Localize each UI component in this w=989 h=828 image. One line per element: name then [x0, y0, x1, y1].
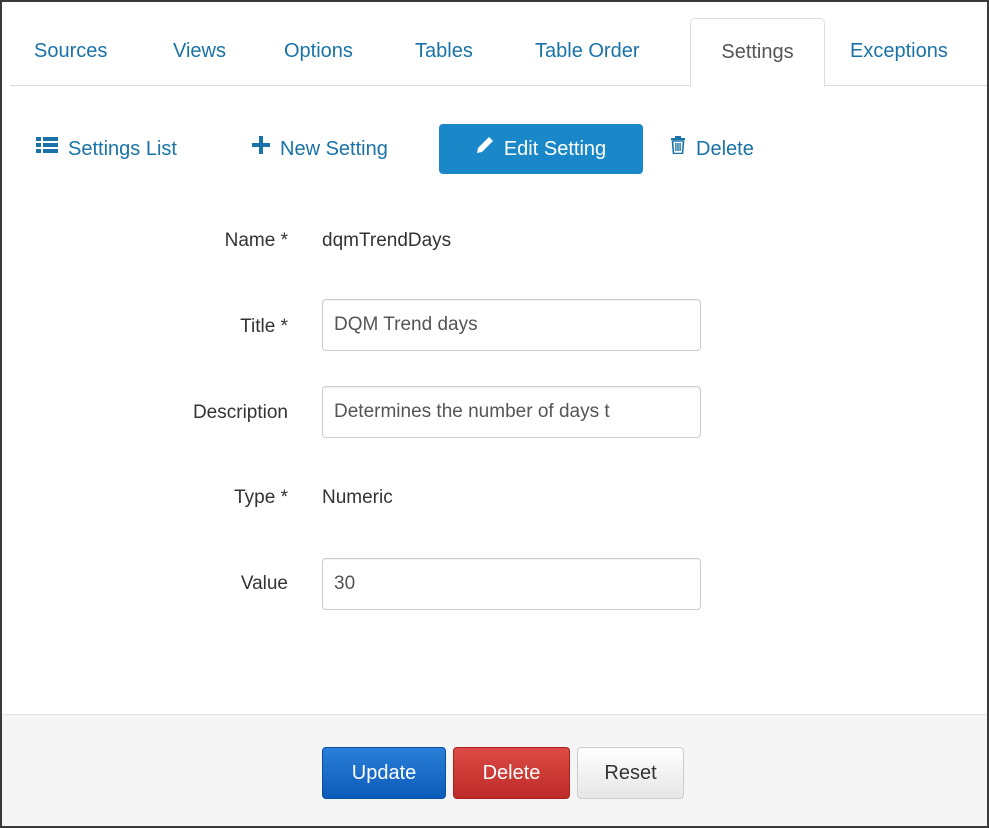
- settings-panel: Sources Views Options Tables Table Order…: [0, 0, 989, 828]
- reset-button[interactable]: Reset: [577, 747, 684, 799]
- value-input[interactable]: 30: [322, 558, 701, 610]
- tab-bar: Sources Views Options Tables Table Order…: [10, 18, 987, 87]
- delete-setting-button[interactable]: Delete: [670, 124, 754, 174]
- list-icon: [36, 123, 58, 173]
- tab-views[interactable]: Views: [173, 18, 226, 86]
- type-label: Type *: [234, 487, 288, 508]
- edit-setting-button[interactable]: Edit Setting: [439, 124, 643, 174]
- type-value: Numeric: [322, 487, 393, 508]
- tab-settings[interactable]: Settings: [690, 18, 825, 87]
- update-button[interactable]: Update: [322, 747, 446, 799]
- description-input[interactable]: Determines the number of days t: [322, 386, 701, 438]
- value-label: Value: [240, 573, 288, 594]
- title-label: Title *: [240, 316, 288, 337]
- pencil-icon: [476, 123, 494, 173]
- name-label: Name *: [224, 230, 288, 251]
- tab-tables[interactable]: Tables: [415, 18, 473, 86]
- new-setting-button[interactable]: New Setting: [252, 124, 388, 174]
- tab-sources[interactable]: Sources: [34, 18, 107, 86]
- new-setting-label: New Setting: [280, 138, 388, 160]
- tab-exceptions[interactable]: Exceptions: [850, 18, 948, 86]
- name-value: dqmTrendDays: [322, 230, 452, 251]
- tab-options[interactable]: Options: [284, 18, 353, 86]
- edit-setting-label: Edit Setting: [503, 138, 607, 160]
- description-label: Description: [192, 402, 288, 423]
- delete-button[interactable]: Delete: [453, 747, 570, 799]
- plus-icon: [252, 123, 270, 173]
- tab-table-order[interactable]: Table Order: [535, 18, 640, 86]
- title-input[interactable]: DQM Trend days: [322, 299, 701, 351]
- trash-icon: [670, 123, 686, 173]
- delete-setting-label: Delete: [696, 138, 754, 160]
- settings-list-button[interactable]: Settings List: [36, 124, 177, 174]
- settings-list-label: Settings List: [68, 138, 177, 160]
